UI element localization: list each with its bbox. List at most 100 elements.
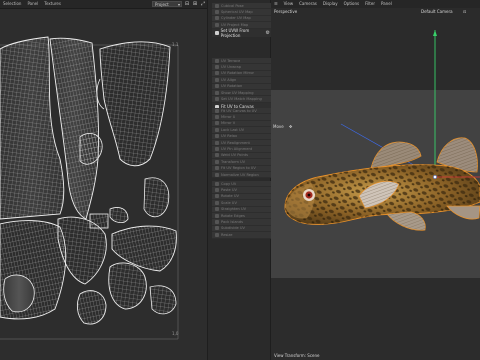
- tool-label: Scale UV: [221, 200, 237, 205]
- tool-icon: [215, 134, 219, 139]
- tool-icon: [215, 108, 219, 113]
- tool-icon: [215, 166, 219, 171]
- tool-label: Fit UV Region to UV: [221, 166, 256, 171]
- tool-group-4: Copy UV Paste UV Rotate UV Scale UV Stra…: [212, 181, 272, 239]
- tool-icon: [215, 77, 219, 82]
- fish-dorsal-fin-1-rays: [371, 142, 421, 168]
- gear-icon[interactable]: ⚙: [266, 30, 270, 36]
- tool-icon: [215, 207, 219, 212]
- menu-selection[interactable]: Selection: [0, 0, 24, 8]
- tool-icon: [215, 115, 219, 120]
- tool-label: Rotate Edges: [221, 213, 245, 218]
- tool-icon: [215, 194, 219, 199]
- tool-icon: [215, 172, 219, 177]
- expand-icon[interactable]: ⤢: [200, 1, 206, 7]
- tool-row[interactable]: Normalize UV Region: [212, 172, 272, 179]
- tool-label: UV Realignment: [221, 140, 250, 145]
- tool-icon: [215, 159, 219, 164]
- tool-icon: [215, 22, 219, 27]
- tool-icon: [215, 181, 219, 186]
- tool-icon: [215, 213, 219, 218]
- uv-island-belly: [57, 216, 107, 285]
- uv-island-fin-d: [149, 285, 177, 315]
- tool-icon: [215, 84, 219, 89]
- lock-icon[interactable]: ⊟: [184, 1, 190, 7]
- chevron-down-icon: ▾: [177, 2, 180, 7]
- tool-icon: [215, 65, 219, 70]
- tool-label: Mirror V: [221, 121, 236, 126]
- menu-textures[interactable]: Textures: [41, 0, 64, 8]
- uv-editor-panel: Selection Panel Textures Project ▾ ⊟ ⊞ ⤢: [0, 0, 207, 360]
- tool-label: Subdivide UV: [221, 226, 245, 231]
- tool-label: Paste UV: [221, 188, 237, 193]
- tool-label: Show UV Mapping: [221, 90, 254, 95]
- tool-icon: [215, 10, 219, 15]
- tool-row[interactable]: Resize: [212, 232, 272, 239]
- tool-icon: [215, 58, 219, 63]
- projection-icon: [215, 30, 219, 35]
- tool-label: Normalize UV Region: [221, 172, 259, 177]
- uv-corner-top-label: 1,1: [172, 42, 179, 47]
- tool-label: Transform UV: [221, 159, 246, 164]
- tool-icon: [215, 121, 219, 126]
- tool-label: Lock Last UV: [221, 127, 245, 132]
- tool-label: Cubical Pose: [221, 3, 244, 8]
- tool-group-3: Fit UV Canvas to UV Mirror U Mirror V Lo…: [212, 108, 272, 179]
- uv-island-fin-a: [79, 133, 103, 165]
- grid-icon[interactable]: ⊞: [192, 1, 198, 7]
- tool-label: Rotate UV: [221, 194, 239, 199]
- uv-view-select[interactable]: Project ▾: [152, 1, 182, 7]
- tool-label: UV Rotation Mirror: [221, 71, 254, 76]
- tool-icon: [215, 16, 219, 21]
- tool-label: UV Align: [221, 77, 237, 82]
- uv-tools-panel: Cubical Pose Spherical UV Map Cylinder U…: [207, 0, 272, 360]
- uv-corner-bottom-label: 1,0: [172, 331, 179, 336]
- tool-label: UV Project Map: [221, 22, 249, 27]
- uv-canvas[interactable]: [0, 9, 207, 360]
- tool-icon: [215, 147, 219, 152]
- tool-label: Mirror U: [221, 115, 236, 120]
- tool-icon: [215, 97, 219, 102]
- tool-label: Copy UV: [221, 181, 237, 186]
- tool-icon: [215, 140, 219, 145]
- tool-label: UV Unwrap: [221, 65, 242, 70]
- set-uvw-from-projection-button[interactable]: Set UVW From Projection ⚙: [212, 27, 272, 38]
- tool-group-1: Cubical Pose Spherical UV Map Cylinder U…: [212, 3, 272, 38]
- tool-label: Spherical UV Map: [221, 10, 253, 15]
- uv-view-select-value: Project: [155, 2, 169, 7]
- tool-label: Cylinder UV Map: [221, 16, 251, 21]
- tool-label: UV Rotation: [221, 84, 243, 89]
- uv-island-eye: [76, 290, 107, 325]
- tool-label: Fit UV Canvas to UV: [221, 108, 257, 113]
- tool-label: UV Relax: [221, 134, 238, 139]
- tool-label: Set UV Match Mapping: [221, 97, 262, 102]
- fish-eye-pupil: [307, 193, 311, 197]
- tool-icon: [215, 3, 219, 8]
- viewport-panel: ☰ View Cameras Display Options Filter Pa…: [271, 0, 480, 360]
- fish-tail-fin: [446, 205, 480, 220]
- uv-island-fin-b: [143, 177, 170, 218]
- gizmo-origin[interactable]: [433, 175, 437, 179]
- uv-island-body-right: [96, 41, 171, 167]
- tool-icon: [215, 188, 219, 193]
- menu-panel[interactable]: Panel: [24, 0, 41, 8]
- tool-icon: [215, 90, 219, 95]
- tool-label: UV Terrace: [221, 58, 241, 63]
- tool-icon: [215, 153, 219, 158]
- tool-label: Straighten UV: [221, 207, 247, 212]
- fish-model[interactable]: [271, 0, 480, 360]
- tool-icon: [215, 200, 219, 205]
- uv-island-pectoral: [108, 262, 147, 310]
- tool-icon: [215, 71, 219, 76]
- tool-label: UV Pin Alignment: [221, 147, 253, 152]
- tool-icon: [215, 232, 219, 237]
- tool-label: Weld UV Points: [221, 153, 249, 158]
- tool-label: Pack Islands: [221, 220, 243, 225]
- gizmo-y-arrow[interactable]: [433, 30, 437, 36]
- tool-icon: [215, 220, 219, 225]
- set-uvw-label: Set UVW From Projection: [220, 27, 250, 38]
- tool-icon: [215, 226, 219, 231]
- tool-label: Resize: [221, 232, 233, 237]
- uv-island-shaded: [3, 274, 35, 313]
- uv-island-fin-c: [109, 207, 129, 223]
